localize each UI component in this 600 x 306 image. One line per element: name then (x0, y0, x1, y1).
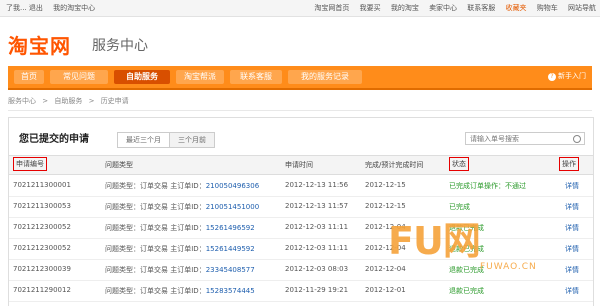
top-bar: 了我... 退出 我的淘宝中心 淘宝网首页 我要买 我的淘宝 卖家中心 联系客服… (0, 0, 600, 17)
table-row: 7021211300001 问题类型：订单交易 主订单ID：21005049630… (9, 175, 593, 197)
order-id-link[interactable]: 210050496306 (206, 182, 259, 190)
top-link-home[interactable]: 淘宝网首页 (314, 4, 349, 12)
cell-application-id: 7021211290012 (13, 286, 71, 294)
order-id-label: 主订单ID： (170, 182, 206, 190)
filter-tab-recent[interactable]: 最近三个月 (117, 132, 170, 148)
nav-tab-faq[interactable]: 常见问题 (50, 70, 108, 84)
help-link[interactable]: ? 新手入门 (548, 71, 586, 81)
order-id-label: 主订单ID： (170, 266, 206, 274)
header-problem-type: 问题类型 (105, 161, 133, 169)
header-status: 状态 (449, 157, 469, 171)
problem-type-label: 问题类型：订单交易 (105, 287, 168, 295)
breadcrumb-self-service[interactable]: 自助服务 (54, 97, 82, 105)
cell-application-id: 7021211300053 (13, 202, 71, 210)
cell-application-time: 2012-12-03 11:11 (285, 223, 349, 231)
breadcrumb-sep: > (88, 97, 95, 105)
nav-tab-service-records[interactable]: 我的服务记录 (288, 70, 362, 84)
cell-application-time: 2012-12-13 11:56 (285, 181, 349, 189)
my-taobao-center-link[interactable]: 我的淘宝中心 (53, 4, 95, 12)
breadcrumb: 服务中心 > 自助服务 > 历史申请 (8, 96, 133, 106)
cell-problem-type: 问题类型：订单交易 主订单ID：15283574445 (105, 286, 255, 296)
nav-tab-bangpai[interactable]: 淘宝帮派 (176, 70, 224, 84)
cell-problem-type: 问题类型：订单交易 主订单ID：15261449592 (105, 244, 255, 254)
main-nav: 首页 常见问题 自助服务 淘宝帮派 联系客服 我的服务记录 ? 新手入门 (8, 66, 592, 90)
watermark-logo: FU网 FUWAO.CN (388, 210, 588, 280)
order-id-link[interactable]: 15261449592 (206, 245, 255, 253)
header-application-time: 申请时间 (285, 161, 313, 169)
top-link-my-taobao[interactable]: 我的淘宝 (391, 4, 419, 12)
cell-completion-time: 2012-12-01 (365, 286, 406, 294)
cell-problem-type: 问题类型：订单交易 主订单ID：15261496592 (105, 223, 255, 233)
problem-type-label: 问题类型：订单交易 (105, 266, 168, 274)
cell-problem-type: 问题类型：订单交易 主订单ID：210050496306 (105, 181, 259, 191)
breadcrumb-current: 历史申请 (100, 97, 129, 105)
problem-type-label: 问题类型：订单交易 (105, 182, 168, 190)
top-link-buy[interactable]: 我要买 (360, 4, 381, 12)
order-id-link[interactable]: 15283574445 (206, 287, 255, 295)
cell-application-id: 7021211300001 (13, 181, 71, 189)
cell-completion-time: 2012-12-15 (365, 181, 406, 189)
details-link[interactable]: 详情 (565, 286, 579, 296)
table-row: 7021211290012 问题类型：订单交易 主订单ID：15283574445… (9, 280, 593, 302)
divider (8, 110, 592, 111)
logo-subtitle: 服务中心 (92, 38, 148, 54)
cell-application-time: 2012-12-03 08:03 (285, 265, 349, 273)
order-id-label: 主订单ID： (170, 224, 206, 232)
order-id-label: 主订单ID： (170, 203, 206, 211)
cell-status: 退款已完成 (449, 287, 484, 295)
cell-status: 已完成订单操作：不通过 (449, 182, 526, 190)
search-input[interactable] (465, 132, 585, 145)
table-header: 申请编号 问题类型 申请时间 完成/预计完成时间 状态 操作 (9, 155, 593, 175)
cell-problem-type: 问题类型：订单交易 主订单ID：23345408577 (105, 265, 255, 275)
breadcrumb-home[interactable]: 服务中心 (8, 97, 36, 105)
search-icon[interactable] (573, 135, 581, 143)
top-link-favorites[interactable]: 收藏夹 (506, 4, 527, 12)
watermark-text: FU网 (388, 219, 481, 263)
order-id-link[interactable]: 15261496592 (206, 224, 255, 232)
cell-application-time: 2012-11-29 19:21 (285, 286, 349, 294)
top-link-site-nav[interactable]: 网站导航 (568, 4, 596, 12)
top-link-cart[interactable]: 购物车 (537, 4, 558, 12)
logo-brand: 淘宝网 (8, 34, 71, 58)
problem-type-label: 问题类型：订单交易 (105, 224, 168, 232)
nav-tab-contact[interactable]: 联系客服 (230, 70, 282, 84)
cell-application-time: 2012-12-03 11:11 (285, 244, 349, 252)
watermark-url: FUWAO.CN (480, 262, 537, 272)
header-action: 操作 (559, 157, 579, 171)
cell-application-time: 2012-12-13 11:57 (285, 202, 349, 210)
order-id-label: 主订单ID： (170, 245, 206, 253)
filter-tab-older[interactable]: 三个月前 (169, 132, 215, 148)
order-id-link[interactable]: 23345408577 (206, 266, 255, 274)
page-title: 您已提交的申请 (19, 134, 89, 145)
header-application-id: 申请编号 (13, 157, 47, 171)
problem-type-label: 问题类型：订单交易 (105, 203, 168, 211)
cell-application-id: 7021212300052 (13, 223, 71, 231)
question-icon: ? (548, 73, 556, 81)
logo[interactable]: 淘宝网 服务中心 (8, 28, 208, 58)
problem-type-label: 问题类型：订单交易 (105, 245, 168, 253)
login-status[interactable]: 了我... 退出 (6, 4, 43, 12)
top-bar-left: 了我... 退出 我的淘宝中心 (6, 3, 103, 13)
breadcrumb-sep: > (42, 97, 49, 105)
nav-tab-home[interactable]: 首页 (14, 70, 44, 84)
cell-application-id: 7021212300039 (13, 265, 71, 273)
order-id-link[interactable]: 210051451000 (206, 203, 259, 211)
details-link[interactable]: 详情 (565, 181, 579, 191)
top-link-contact[interactable]: 联系客服 (467, 4, 495, 12)
top-link-seller-center[interactable]: 卖家中心 (429, 4, 457, 12)
order-id-label: 主订单ID： (170, 287, 206, 295)
cell-application-id: 7021212300052 (13, 244, 71, 252)
cell-problem-type: 问题类型：订单交易 主订单ID：210051451000 (105, 202, 259, 212)
header-completion-time: 完成/预计完成时间 (365, 161, 424, 169)
nav-tab-self-service[interactable]: 自助服务 (114, 70, 170, 84)
help-label: 新手入门 (558, 72, 586, 80)
cell-completion-time: 2012-12-15 (365, 202, 406, 210)
filter-tabs: 最近三个月 三个月前 (117, 132, 215, 148)
top-bar-right: 淘宝网首页 我要买 我的淘宝 卖家中心 联系客服 收藏夹 购物车 网站导航 (306, 3, 596, 13)
